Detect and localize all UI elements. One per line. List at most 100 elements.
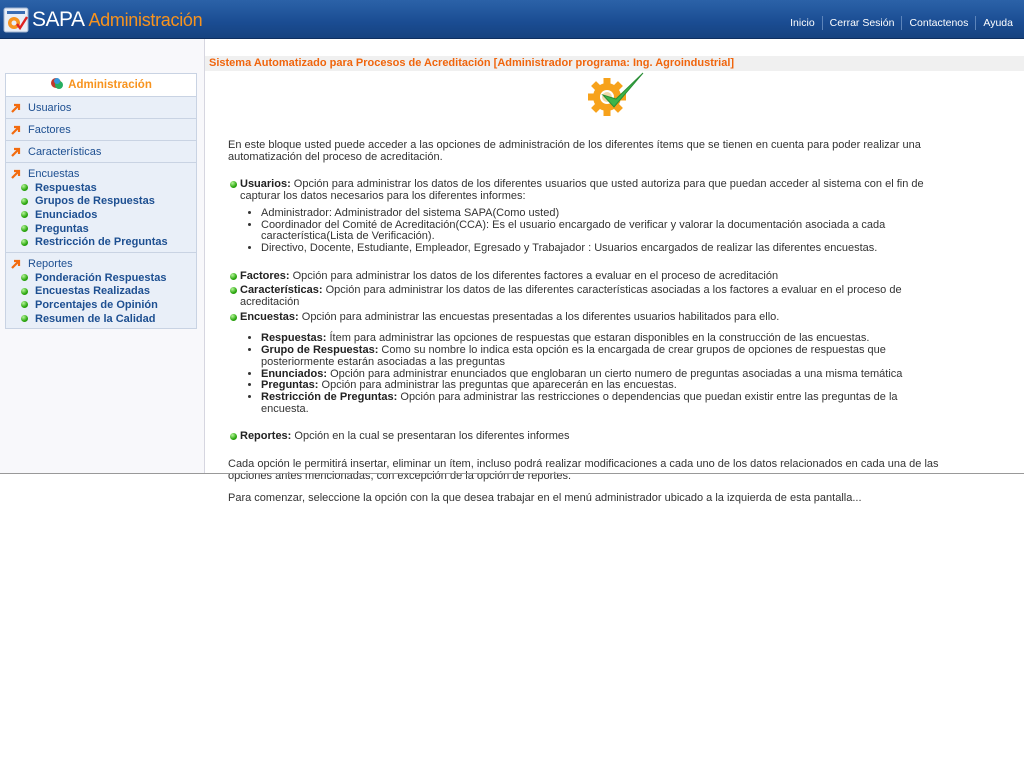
intro-text: En este bloque usted puede acceder a las… <box>228 139 921 163</box>
submenu-preguntas[interactable]: Preguntas <box>6 222 196 236</box>
menu-section-factores: Factores <box>6 119 196 141</box>
submenu-ponderacion-respuestas[interactable]: Ponderación Respuestas <box>6 271 196 285</box>
submenu-enunciados[interactable]: Enunciados <box>6 208 196 222</box>
submenu-label: Ponderación Respuestas <box>35 271 167 284</box>
encuestas-text: Opción para administrar las encuestas pr… <box>298 310 780 323</box>
instructions-text: Para comenzar, seleccione la opción con … <box>228 492 862 505</box>
option-label: Preguntas: <box>261 379 319 392</box>
admin-gear-icon <box>51 78 64 89</box>
green-bullet-icon <box>230 287 237 295</box>
logo-subtitle: Administración <box>88 9 203 30</box>
list-item: Directivo, Docente, Estudiante, Empleado… <box>261 242 948 255</box>
factores-label: Factores: <box>240 269 290 282</box>
menu-item-factores[interactable]: Factores <box>6 123 71 137</box>
factores-text: Opción para administrar los datos de los… <box>289 269 779 282</box>
menu-section-reportes: Reportes Ponderación Respuestas Encuesta… <box>6 253 196 328</box>
note-text: Cada opción le permitirá insertar, elimi… <box>228 458 939 482</box>
menu-section-caracteristicas: Características <box>6 141 196 163</box>
factores-description: Factores: Opción para administrar los da… <box>228 269 948 283</box>
nav-contactenos[interactable]: Contactenos <box>901 16 975 30</box>
nav-inicio[interactable]: Inicio <box>783 16 822 30</box>
submenu-label: Preguntas <box>35 222 89 235</box>
gear-checkmark-icon <box>588 72 644 116</box>
green-bullet-icon <box>21 211 28 219</box>
green-bullet-icon <box>21 197 28 205</box>
submenu-label: Resumen de la Calidad <box>35 312 156 325</box>
footer-divider <box>0 473 1024 474</box>
green-bullet-icon <box>21 301 28 309</box>
nav-cerrar-sesion[interactable]: Cerrar Sesión <box>821 16 902 30</box>
header-bar: SAPA Administración Inicio Cerrar Sesión… <box>0 0 1024 39</box>
submenu-label: Restricción de Preguntas <box>35 236 168 249</box>
menu-header: Administración <box>6 74 196 97</box>
orange-arrow-icon <box>11 125 21 135</box>
option-label: Enunciados: <box>261 367 328 380</box>
usuarios-text: Opción para administrar los datos de los… <box>240 178 924 203</box>
green-bullet-icon <box>21 287 28 295</box>
list-item: Grupo de Respuestas: Como su nombre lo i… <box>261 344 948 368</box>
option-text: Ítem para administrar las opciones de re… <box>326 332 870 345</box>
submenu-label: Encuestas Realizadas <box>35 285 150 298</box>
user-types-list: Administrador: Administrador del sistema… <box>228 207 948 255</box>
orange-arrow-icon <box>11 259 21 269</box>
green-bullet-icon <box>21 184 28 192</box>
help-content: En este bloque usted puede acceder a las… <box>228 139 948 505</box>
green-bullet-icon <box>21 274 28 282</box>
option-text: Opción para administrar enunciados que e… <box>327 367 903 380</box>
caracteristicas-label: Características: <box>240 284 323 297</box>
menu-section-usuarios: Usuarios <box>6 97 196 119</box>
menu-item-label: Características <box>28 145 102 158</box>
option-label: Restricción de Preguntas: <box>261 390 398 403</box>
submenu-porcentajes-de-opinion[interactable]: Porcentajes de Opinión <box>6 298 196 312</box>
green-bullet-icon <box>230 433 237 441</box>
caracteristicas-text: Opción para administrar los datos de las… <box>240 284 902 309</box>
caracteristicas-description: Características: Opción para administrar… <box>228 284 948 309</box>
menu-item-label: Usuarios <box>28 101 72 114</box>
orange-arrow-icon <box>11 103 21 113</box>
reportes-label: Reportes: <box>240 430 292 443</box>
reportes-description: Reportes: Opción en la cual se presentar… <box>228 431 948 443</box>
list-item: Administrador: Administrador del sistema… <box>261 207 948 220</box>
reportes-text: Opción en la cual se presentaran los dif… <box>291 430 570 443</box>
top-navigation: Inicio Cerrar Sesión Contactenos Ayuda <box>783 16 1020 30</box>
menu-item-caracteristicas[interactable]: Características <box>6 145 101 159</box>
encuestas-options-list: Respuestas: Ítem para administrar las op… <box>228 333 948 415</box>
submenu-label: Grupos de Respuestas <box>35 195 155 208</box>
menu-item-encuestas[interactable]: Encuestas <box>6 167 196 181</box>
option-label: Grupo de Respuestas: <box>261 344 379 357</box>
menu-item-label: Factores <box>28 123 71 136</box>
list-item: Coordinador del Comité de Acreditación(C… <box>261 219 948 243</box>
orange-arrow-icon <box>11 169 21 179</box>
green-bullet-icon <box>230 272 237 280</box>
admin-menu: Administración Usuarios Factores Caracte… <box>5 73 197 330</box>
sapa-logo-icon <box>3 7 29 33</box>
menu-title: Administración <box>68 79 152 91</box>
page-title: Sistema Automatizado para Procesos de Ac… <box>205 56 1024 71</box>
encuestas-description: Encuestas: Opción para administrar las e… <box>228 310 948 324</box>
submenu-label: Respuestas <box>35 181 97 194</box>
green-bullet-icon <box>21 238 28 246</box>
reportes-submenu: Ponderación Respuestas Encuestas Realiza… <box>6 271 196 325</box>
submenu-restriccion-de-preguntas[interactable]: Restricción de Preguntas <box>6 235 196 249</box>
green-bullet-icon <box>21 225 28 233</box>
main-content: Sistema Automatizado para Procesos de Ac… <box>205 39 1024 504</box>
option-text: Opción para administrar las preguntas qu… <box>318 379 677 392</box>
submenu-label: Porcentajes de Opinión <box>35 298 158 311</box>
menu-section-encuestas: Encuestas Respuestas Grupos de Respuesta… <box>6 163 196 253</box>
submenu-grupos-de-respuestas[interactable]: Grupos de Respuestas <box>6 195 196 209</box>
submenu-respuestas[interactable]: Respuestas <box>6 181 196 195</box>
submenu-encuestas-realizadas[interactable]: Encuestas Realizadas <box>6 285 196 299</box>
sidebar: Administración Usuarios Factores Caracte… <box>0 39 205 473</box>
menu-item-usuarios[interactable]: Usuarios <box>6 101 71 115</box>
green-bullet-icon <box>230 313 237 321</box>
menu-item-reportes[interactable]: Reportes <box>6 257 196 271</box>
submenu-resumen-de-la-calidad[interactable]: Resumen de la Calidad <box>6 312 196 326</box>
green-bullet-icon <box>21 315 28 323</box>
nav-ayuda[interactable]: Ayuda <box>975 16 1020 30</box>
encuestas-submenu: Respuestas Grupos de Respuestas Enunciad… <box>6 181 196 249</box>
usuarios-description: Usuarios: Opción para administrar los da… <box>228 179 948 202</box>
option-label: Respuestas: <box>261 332 327 345</box>
encuestas-label: Encuestas: <box>240 310 299 323</box>
app-logo[interactable]: SAPA Administración <box>3 6 203 34</box>
logo-title: SAPA <box>32 8 85 31</box>
